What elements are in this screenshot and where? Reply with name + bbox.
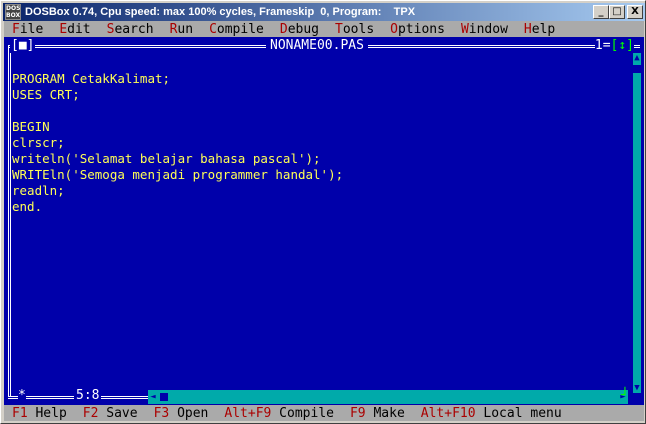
title-bar[interactable]: DOS BOX DOSBox 0.74, Cpu speed: max 100%…	[3, 3, 645, 21]
window-controls: _ □ X	[593, 5, 643, 19]
editor-close-box[interactable]: [■]	[10, 39, 36, 53]
status-item-f3[interactable]: F3 Open	[154, 406, 209, 421]
status-label: Open	[169, 405, 209, 421]
code-line[interactable]: WRITEln('Semoga menjadi programmer handa…	[12, 167, 622, 183]
menu-item-run[interactable]: Run	[162, 22, 201, 37]
status-label: Help	[27, 405, 67, 421]
scroll-up-arrow-icon[interactable]: ▲	[633, 53, 641, 63]
minimize-button[interactable]: _	[593, 5, 609, 19]
code-line[interactable]: writeln('Selamat belajar bahasa pascal')…	[12, 151, 622, 167]
status-label: Compile	[271, 405, 334, 421]
vertical-scrollbar[interactable]: ▲ ▼	[633, 53, 641, 393]
menu-item-window[interactable]: Window	[453, 22, 516, 37]
menu-hotkey-letter: T	[335, 21, 343, 37]
menu-item-label: earch	[114, 21, 154, 37]
dos-screen[interactable]: File Edit Search Run Compile Debug Tools Option…	[4, 21, 644, 421]
code-line[interactable]: USES CRT;	[12, 87, 622, 103]
menu-item-search[interactable]: Search	[99, 22, 162, 37]
status-label: Save	[98, 405, 138, 421]
status-key: Alt+F10	[420, 405, 476, 421]
menu-item-label: elp	[531, 21, 556, 37]
code-line[interactable]: end.	[12, 199, 622, 215]
vertical-scroll-thumb[interactable]	[633, 65, 641, 73]
resize-corner-icon[interactable]: ┘	[621, 389, 629, 403]
menu-hotkey-letter: E	[59, 21, 68, 37]
status-item-f9[interactable]: F9 Make	[350, 406, 405, 421]
menu-item-label: un	[177, 21, 194, 37]
menu-item-edit[interactable]: Edit	[51, 22, 98, 37]
code-line[interactable]: PROGRAM CetakKalimat;	[12, 71, 622, 87]
menu-item-tools[interactable]: Tools	[327, 22, 382, 37]
menu-item-help[interactable]: Help	[516, 22, 563, 37]
editor-window: [■] NONAME00.PAS 1=[↕] ▲ ▼ * 5:8 ◄ ► ┘ P…	[4, 37, 644, 405]
menu-item-label: ptions	[397, 21, 445, 37]
menu-hotkey-letter: F	[12, 21, 20, 37]
menu-item-label: ools	[342, 21, 375, 37]
status-bar: F1 Help F2 Save F3 Open Alt+F9 Compile F9 Ma…	[4, 405, 644, 421]
code-line[interactable]: readln;	[12, 183, 622, 199]
code-editor[interactable]: PROGRAM CetakKalimat; USES CRT; BEGIN clrsc…	[12, 71, 622, 401]
status-item-f2[interactable]: F2 Save	[83, 406, 138, 421]
close-button[interactable]: X	[627, 5, 643, 19]
editor-file-title: NONAME00.PAS	[266, 39, 368, 53]
menu-item-options[interactable]: Options	[382, 22, 453, 37]
status-key: F1	[12, 405, 28, 421]
status-key: F9	[349, 405, 366, 421]
status-key: F3	[153, 405, 170, 421]
status-item-f1[interactable]: F1 Help	[12, 406, 67, 421]
status-key: Alt+F9	[224, 405, 272, 421]
code-line[interactable]: clrscr;	[12, 135, 622, 151]
code-line[interactable]	[12, 103, 622, 119]
dosbox-window: DOS BOX DOSBox 0.74, Cpu speed: max 100%…	[0, 0, 646, 424]
menu-item-compile[interactable]: Compile	[201, 22, 272, 37]
menu-hotkey-letter: W	[460, 21, 469, 37]
menu-item-label: ebug	[287, 21, 320, 37]
status-item-alt-f10[interactable]: Alt+F10 Local menu	[421, 406, 562, 421]
editor-window-number: 1=[↕]	[594, 38, 634, 53]
editor-frame-left	[8, 45, 11, 397]
menu-item-label: dit	[67, 21, 91, 37]
menu-hotkey-letter: C	[209, 21, 217, 37]
menu-item-file[interactable]: File	[4, 22, 51, 37]
dosbox-app-icon[interactable]: DOS BOX	[5, 4, 21, 20]
maximize-button[interactable]: □	[609, 5, 625, 19]
menu-hotkey-letter: D	[279, 21, 288, 37]
window-number: 1	[594, 38, 603, 53]
menu-item-debug[interactable]: Debug	[272, 22, 327, 37]
status-label: Make	[365, 405, 405, 421]
zoom-box[interactable]: [↕]	[611, 38, 634, 53]
code-line[interactable]: BEGIN	[12, 119, 622, 135]
status-key: F2	[82, 405, 99, 421]
scroll-down-arrow-icon[interactable]: ▼	[633, 383, 641, 393]
menu-item-label: ompile	[216, 21, 264, 37]
menu-hotkey-letter: O	[390, 21, 398, 37]
window-title: DOSBox 0.74, Cpu speed: max 100% cycles,…	[25, 6, 416, 18]
menu-item-label: ile	[19, 21, 44, 37]
status-item-alt-f9[interactable]: Alt+F9 Compile	[224, 406, 334, 421]
status-label: Local menu	[475, 405, 562, 421]
menu-item-label: indow	[468, 21, 508, 37]
menu-hotkey-letter: H	[523, 21, 532, 37]
menu-bar: File Edit Search Run Compile Debug Tools Option…	[4, 21, 644, 37]
